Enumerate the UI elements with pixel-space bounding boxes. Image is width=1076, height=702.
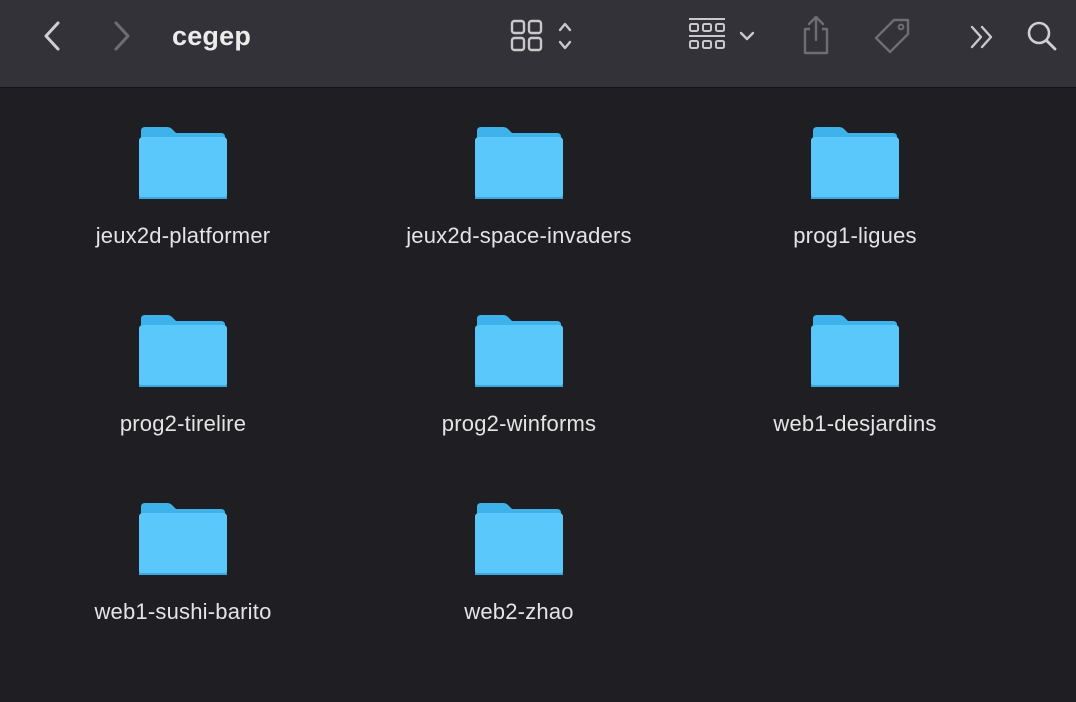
tag-button[interactable] xyxy=(870,14,914,58)
folder-name: jeux2d-platformer xyxy=(95,223,271,248)
folder-icon xyxy=(811,127,899,199)
folder-item[interactable]: prog2-winforms xyxy=(379,313,659,473)
folder-name: web1-sushi-barito xyxy=(94,599,272,624)
chevron-left-icon xyxy=(44,21,60,51)
search-icon xyxy=(1027,21,1057,51)
group-by-icon xyxy=(689,18,755,49)
folder-item[interactable]: web1-sushi-barito xyxy=(43,501,323,661)
folder-item[interactable]: jeux2d-space-invaders xyxy=(379,125,659,285)
folder-icon xyxy=(475,127,563,199)
forward-button[interactable] xyxy=(104,18,140,54)
folder-item[interactable]: web2-zhao xyxy=(379,501,659,661)
folder-item[interactable]: web1-desjardins xyxy=(715,313,995,473)
back-button[interactable] xyxy=(34,18,70,54)
folder-icon xyxy=(139,503,227,575)
folder-icon xyxy=(139,315,227,387)
folder-name: prog2-winforms xyxy=(441,411,597,436)
folder-icon xyxy=(139,127,227,199)
more-toolbar-button[interactable] xyxy=(964,20,1000,54)
folder-name: jeux2d-space-invaders xyxy=(406,223,632,248)
grid-view-icon xyxy=(510,19,572,52)
folder-item[interactable]: prog1-ligues xyxy=(715,125,995,285)
chevron-right-icon xyxy=(114,21,130,51)
search-button[interactable] xyxy=(1022,16,1062,56)
group-by-button[interactable] xyxy=(686,16,760,56)
folder-icon xyxy=(475,315,563,387)
folder-name: prog1-ligues xyxy=(793,223,917,248)
folder-icon xyxy=(811,315,899,387)
tag-icon xyxy=(874,18,910,54)
folder-grid: jeux2d-platformer jeux2d-space-invaders … xyxy=(0,89,1076,702)
folder-icon xyxy=(475,503,563,575)
folder-name: web2-zhao xyxy=(464,599,574,624)
folder-name: prog2-tirelire xyxy=(119,411,247,436)
folder-item[interactable]: prog2-tirelire xyxy=(43,313,323,473)
share-button[interactable] xyxy=(796,12,836,58)
toolbar: cegep xyxy=(0,0,1076,88)
folder-item[interactable]: jeux2d-platformer xyxy=(43,125,323,285)
view-mode-button[interactable] xyxy=(506,16,580,56)
double-chevron-right-icon xyxy=(970,25,993,49)
share-icon xyxy=(803,15,829,55)
window-title: cegep xyxy=(172,21,252,51)
folder-name: web1-desjardins xyxy=(773,411,937,436)
